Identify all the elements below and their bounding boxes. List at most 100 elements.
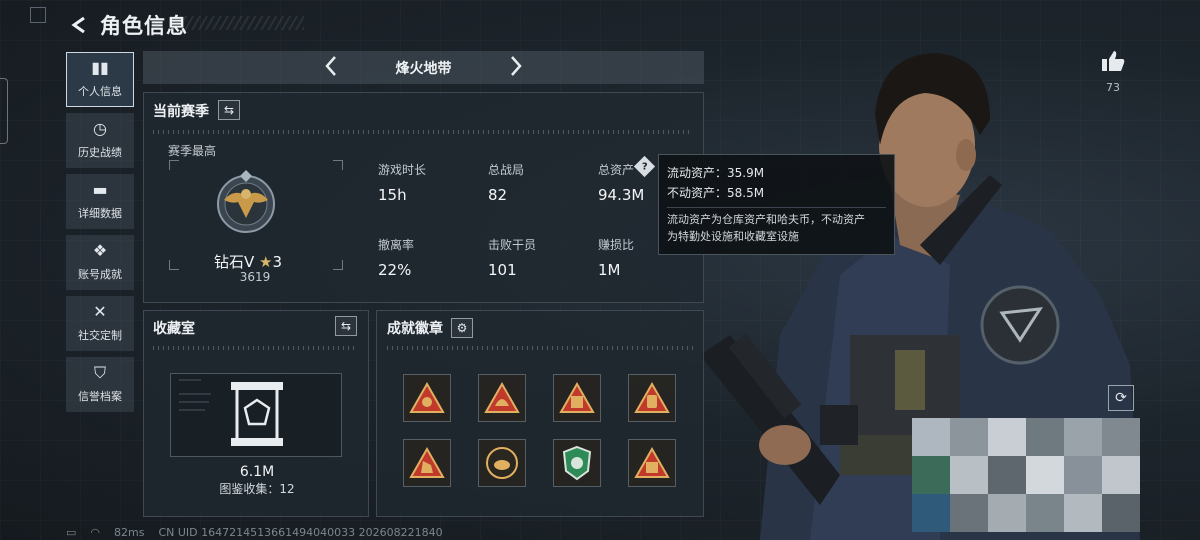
nav-item-social[interactable]: ✕ 社交定制 (66, 296, 134, 351)
refresh-icon: ⟳ (1115, 390, 1127, 406)
side-nav: ▮▮ 个人信息 ◷ 历史战绩 ▬ 详细数据 ❖ 账号成就 ✕ 社交定制 ⛉ 信誉… (66, 52, 134, 418)
nav-item-label: 信誉档案 (78, 390, 122, 403)
swap-season-button[interactable]: ⇆ (218, 100, 240, 120)
swap-icon: ⇆ (340, 319, 352, 333)
achievement-badge[interactable] (403, 374, 451, 422)
swap-collection-button[interactable]: ⇆ (335, 316, 357, 336)
stat-label: 总战局 (488, 163, 525, 177)
achievement-badge[interactable] (478, 439, 526, 487)
stat-label: 击败干员 (488, 238, 537, 252)
tooltip-description-line-1: 流动资产为仓库资产和哈夫币，不动资产 (667, 213, 865, 226)
achievement-badge[interactable] (403, 439, 451, 487)
achievement-badge[interactable] (628, 439, 676, 487)
chevron-right-icon (511, 56, 522, 76)
divider-ticks (153, 130, 693, 134)
stat-label: 撤离率 (378, 238, 415, 252)
stat-profit-ratio: 赚损比 1M (598, 236, 634, 279)
tooltip-divider (667, 207, 886, 208)
nav-item-history[interactable]: ◷ 历史战绩 (66, 113, 134, 168)
nav-item-personal-info[interactable]: ▮▮ 个人信息 (66, 52, 134, 107)
crate-icon (634, 447, 670, 478)
rank-score: 3619 (239, 270, 271, 284)
collection-count: 图鉴收集：12 (219, 482, 295, 496)
stat-value: 1M (598, 261, 621, 279)
season-best-label: 赛季最高 (168, 144, 217, 158)
stat-extract-rate: 撤离率 22% (378, 236, 414, 279)
like-button[interactable] (1100, 50, 1126, 76)
nav-item-label: 账号成就 (78, 268, 122, 281)
bar-chart-icon: ▮▮ (91, 58, 109, 77)
mode-name: 烽火地带 (395, 60, 452, 77)
rank-name: 钻石V ★3 (193, 251, 303, 272)
hand-icon (409, 447, 445, 478)
back-button[interactable] (64, 10, 94, 40)
like-count: 73 (1106, 81, 1120, 94)
stat-play-time: 游戏时长 15h (378, 161, 426, 204)
vest-icon (559, 382, 595, 413)
display-case-icon (179, 379, 283, 446)
rank-stars: 3 (272, 253, 283, 271)
title-decoration (184, 16, 304, 30)
tools-icon: ✕ (93, 302, 107, 321)
nav-item-detailed-data[interactable]: ▬ 详细数据 (66, 174, 134, 229)
nav-item-label: 个人信息 (78, 85, 122, 98)
tooltip-fixed-assets: 不动资产：58.5M (667, 186, 765, 200)
blurred-region (912, 418, 1140, 532)
shield-icon: ⛉ (93, 363, 106, 382)
green-shield-icon (562, 445, 592, 481)
pack-icon (634, 382, 670, 413)
stat-value: 82 (488, 186, 508, 204)
achievement-badge[interactable] (628, 374, 676, 422)
corner-frame (30, 7, 46, 23)
gear-icon: ⚙ (456, 321, 468, 335)
assets-tooltip: 流动资产：35.9M 不动资产：58.5M 流动资产为仓库资产和哈夫币，不动资产… (658, 154, 895, 255)
collection-value: 6.1M (239, 464, 275, 480)
nav-item-label: 社交定制 (78, 329, 122, 342)
achievements-title: 成就徽章 (387, 321, 443, 337)
nav-item-label: 历史战绩 (78, 146, 122, 159)
achievement-badge[interactable] (553, 439, 601, 487)
rank-tier: 钻石V (213, 253, 255, 271)
rank-emblem-icon (217, 170, 275, 233)
tooltip-description-line-2: 为特勤处设施和收藏室设施 (667, 230, 799, 243)
stat-label: 游戏时长 (378, 163, 427, 177)
stat-value: 101 (488, 261, 517, 279)
swap-icon: ⇆ (223, 103, 235, 117)
side-drawer-handle[interactable] (0, 78, 8, 144)
nav-item-reputation[interactable]: ⛉ 信誉档案 (66, 357, 134, 412)
stat-value: 22% (378, 261, 412, 279)
stat-total-matches: 总战局 82 (488, 161, 524, 204)
season-panel-title: 当前赛季 (153, 104, 209, 120)
emblem-icon (409, 382, 445, 413)
nav-item-label: 详细数据 (78, 207, 122, 220)
status-footer: ▭ ◠ 82ms CN UID 1647214513661494040033 2… (66, 526, 443, 539)
rotate-view-button[interactable]: ⟳ (1108, 385, 1134, 411)
stat-label: 赚损比 (598, 238, 635, 252)
divider-ticks (387, 346, 693, 350)
uid-text: CN UID 1647214513661494040033 2026082218… (158, 526, 443, 539)
stat-value: 94.3M (598, 186, 645, 204)
back-arrow-icon (71, 16, 85, 34)
mode-selector: 烽火地带 (143, 51, 704, 84)
clock-icon: ◷ (93, 119, 107, 138)
tooltip-liquid-assets: 流动资产：35.9M (667, 166, 765, 180)
next-mode-button[interactable] (501, 54, 531, 84)
orb-icon (486, 447, 518, 479)
page-title: 角色信息 (100, 14, 188, 38)
chevron-left-icon (325, 56, 336, 76)
achievements-settings-button[interactable]: ⚙ (451, 318, 473, 338)
nav-item-achievements[interactable]: ❖ 账号成就 (66, 235, 134, 290)
folder-icon: ▬ (92, 180, 108, 199)
ping-value: 82ms (114, 526, 145, 539)
stat-value: 15h (378, 186, 407, 204)
achievement-badge[interactable] (478, 374, 526, 422)
medal-icon: ❖ (92, 241, 108, 260)
helmet-icon (484, 382, 520, 413)
stat-operators-defeated: 击败干员 101 (488, 236, 536, 279)
prev-mode-button[interactable] (316, 54, 346, 84)
thumbs-up-icon (1102, 51, 1125, 71)
divider-ticks (153, 346, 358, 350)
wifi-icon: ◠ (90, 526, 101, 539)
battery-icon: ▭ (66, 526, 77, 539)
achievement-badge[interactable] (553, 374, 601, 422)
